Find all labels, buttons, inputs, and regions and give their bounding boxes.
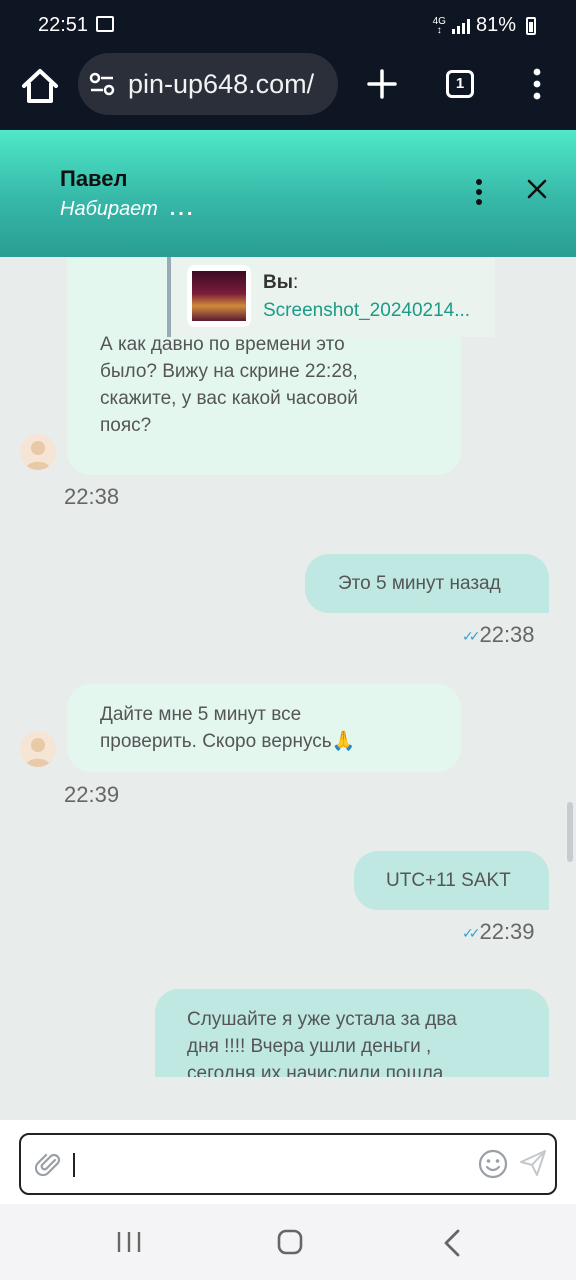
message-text: Слушайте я уже устала за два дня !!!! Вч… [187,1009,457,1077]
status-bar: 22:51 4G ↕ 81% [0,0,576,50]
home-icon[interactable] [18,64,62,108]
recent-apps-icon[interactable] [116,1230,142,1254]
paperclip-icon[interactable] [35,1151,63,1179]
back-icon[interactable] [440,1228,464,1258]
tab-switcher-button[interactable]: 1 [446,70,474,98]
reply-author: Вы: [263,272,299,293]
chat-header: Павел Набирает ... [0,130,576,257]
message-text: Дайте мне 5 минут все проверить. Скоро в… [100,704,356,752]
agent-name: Павел [60,166,128,191]
incoming-message: Вы: Screenshot_20240214... А как давно п… [67,257,495,475]
screenshot-thumbnail [187,265,251,327]
text-cursor [73,1153,75,1177]
status-icons: 4G ↕ 81% [433,14,536,37]
incoming-message: Дайте мне 5 минут все проверить. Скоро в… [67,684,461,772]
scrollbar[interactable] [567,802,573,862]
site-settings-icon[interactable] [88,70,116,98]
message-text: Это 5 минут назад [338,573,501,594]
agent-avatar [20,731,56,767]
message-time: ✓✓ 22:38 [462,622,535,647]
new-tab-icon[interactable] [362,64,402,104]
chat-menu-icon[interactable] [468,178,490,206]
message-text: UTC+11 SAKT [386,870,511,891]
network-type: 4G ↕ [432,15,446,36]
browser-menu-icon[interactable] [526,66,548,102]
read-check-icon: ✓✓ [462,924,481,941]
message-input[interactable] [19,1133,557,1195]
message-time: 22:38 [64,484,120,509]
typing-status: Набирает [60,198,158,220]
composer-area [0,1120,576,1204]
address-bar[interactable]: pin-up648.com/ [78,53,338,115]
send-icon[interactable] [517,1147,549,1179]
browser-toolbar: pin-up648.com/ 1 [0,50,576,130]
typing-indicator: Набирает ... [60,198,195,221]
home-button-icon[interactable] [276,1228,304,1256]
battery-icon [526,16,536,35]
close-icon[interactable] [522,174,552,204]
read-check-icon: ✓✓ [462,627,481,644]
tab-count: 1 [455,75,465,92]
status-time: 22:51 [38,14,89,36]
url-text[interactable]: pin-up648.com/ [128,69,338,100]
message-time: 22:39 [64,782,120,807]
agent-avatar [20,434,56,470]
message-time: ✓✓ 22:39 [462,919,535,944]
outgoing-message: UTC+11 SAKT [354,851,549,910]
outgoing-message: Это 5 минут назад [305,554,549,613]
typing-dots: ... [169,198,196,220]
system-nav-bar [0,1204,576,1280]
gallery-notification-icon [96,16,114,32]
message-text: А как давно по времени это было? Вижу на… [100,334,358,436]
signal-icon [451,18,470,34]
reply-preview[interactable]: Вы: Screenshot_20240214... [167,257,495,337]
message-list[interactable]: Вы: Screenshot_20240214... А как давно п… [0,257,576,1077]
outgoing-message: Слушайте я уже устала за два дня !!!! Вч… [155,989,549,1077]
emoji-icon[interactable] [477,1148,509,1180]
battery-percent: 81% [475,14,516,36]
reply-file-name: Screenshot_20240214... [263,300,471,321]
